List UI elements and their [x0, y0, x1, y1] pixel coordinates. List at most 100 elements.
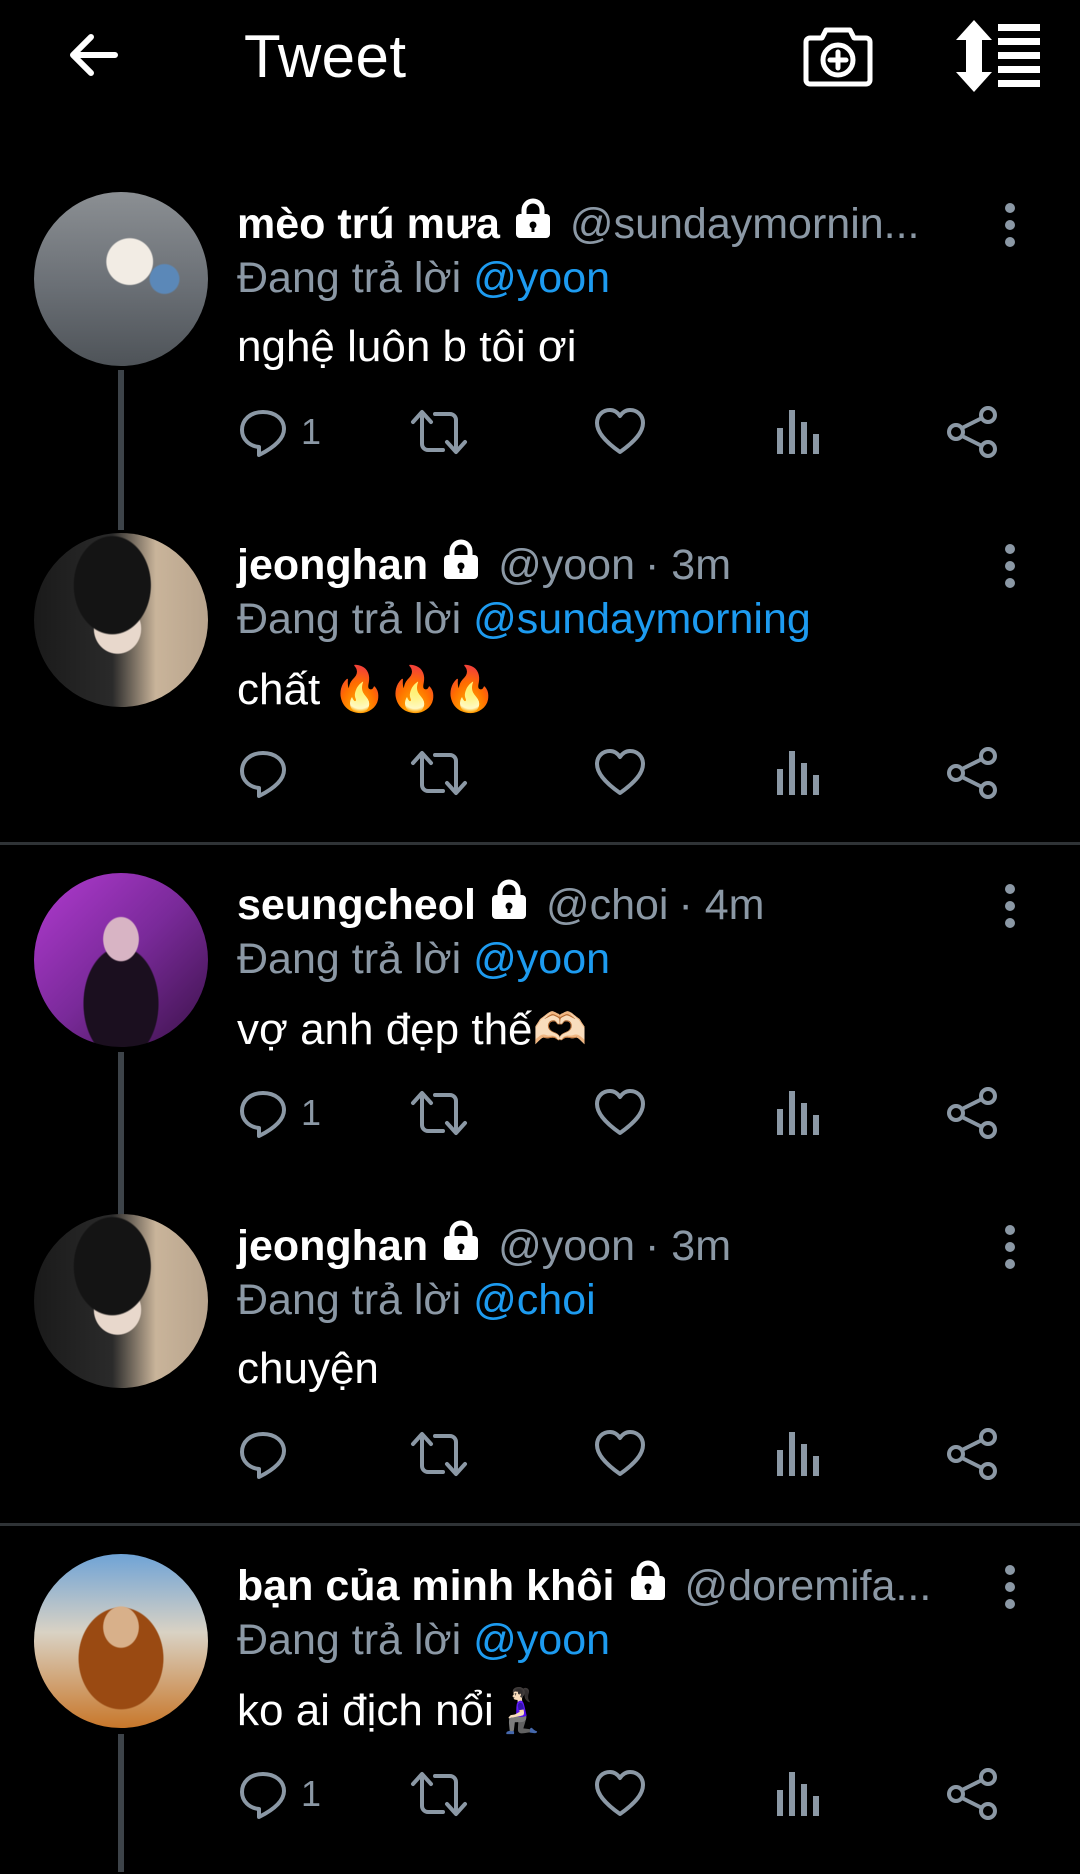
- action-bar: 1: [237, 1764, 1017, 1824]
- timestamp: · 3m: [645, 540, 732, 589]
- replying-to: Đang trả lời @yoon: [237, 1616, 610, 1665]
- sort-icon: [956, 20, 1040, 92]
- replying-to: Đang trả lời @yoon: [237, 935, 610, 984]
- lock-icon: [440, 539, 482, 592]
- avatar[interactable]: [34, 1214, 208, 1388]
- mention-link[interactable]: @yoon: [473, 935, 610, 983]
- like-button[interactable]: [593, 743, 647, 803]
- reply-count: 1: [301, 1773, 322, 1814]
- retweet-icon: [411, 1432, 467, 1476]
- heart-icon: [595, 1430, 645, 1476]
- tweet-text: nghệ luôn b tôi ơi: [237, 322, 577, 371]
- avatar[interactable]: [34, 873, 208, 1047]
- display-name[interactable]: seungcheol: [237, 881, 476, 930]
- display-name[interactable]: mèo trú mưa: [237, 200, 500, 249]
- more-options-button[interactable]: [995, 543, 1025, 593]
- timestamp: · 4m: [678, 880, 765, 929]
- avatar[interactable]: [34, 533, 208, 707]
- retweet-button[interactable]: [409, 402, 469, 462]
- analytics-button[interactable]: [771, 1083, 821, 1143]
- reply-button[interactable]: 1: [237, 1083, 321, 1143]
- like-button[interactable]: [593, 1764, 647, 1824]
- reply-tweet[interactable]: mèo trú mưa @sundaymornin... Đang trả lờ…: [0, 172, 1080, 512]
- retweet-icon: [411, 751, 467, 795]
- user-handle: @yoon: [498, 540, 636, 589]
- analytics-button[interactable]: [771, 402, 821, 462]
- reply-button[interactable]: 1: [237, 1764, 321, 1824]
- action-bar: 1: [237, 402, 1017, 462]
- camera-button[interactable]: [800, 18, 876, 94]
- analytics-button[interactable]: [771, 743, 821, 803]
- mention-link[interactable]: @yoon: [473, 1616, 610, 1664]
- reply-tweet[interactable]: bạn của minh khôi @doremifa... Đang trả …: [0, 1534, 1080, 1874]
- tweet-text: chất 🔥🔥🔥: [237, 665, 497, 714]
- retweet-button[interactable]: [409, 1764, 469, 1824]
- replying-to: Đang trả lời @yoon: [237, 254, 610, 303]
- analytics-icon: [777, 1772, 819, 1816]
- share-button[interactable]: [945, 1764, 999, 1824]
- analytics-icon: [777, 410, 819, 454]
- replying-label: Đang trả lời: [237, 1276, 462, 1324]
- share-button[interactable]: [945, 402, 999, 462]
- mention-link[interactable]: @yoon: [473, 254, 610, 302]
- reply-tweet[interactable]: jeonghan @yoon · 3m Đang trả lời @sunday…: [0, 513, 1080, 853]
- analytics-button[interactable]: [771, 1764, 821, 1824]
- reply-button[interactable]: 1: [237, 402, 321, 462]
- more-vertical-icon: [1005, 544, 1015, 588]
- reply-count: 1: [301, 1092, 322, 1133]
- share-button[interactable]: [945, 1424, 999, 1484]
- share-icon: [947, 1428, 997, 1480]
- action-bar: [237, 743, 1017, 803]
- like-button[interactable]: [593, 1424, 647, 1484]
- display-name[interactable]: jeonghan: [237, 541, 428, 590]
- more-options-button[interactable]: [995, 1564, 1025, 1614]
- page-title: Tweet: [244, 23, 407, 90]
- reply-icon: [240, 410, 286, 457]
- reply-button[interactable]: [237, 743, 301, 803]
- user-handle: @sundaymornin...: [569, 199, 920, 248]
- more-options-button[interactable]: [995, 202, 1025, 252]
- like-button[interactable]: [593, 1083, 647, 1143]
- share-icon: [947, 1087, 997, 1139]
- reply-tweet[interactable]: jeonghan @yoon · 3m Đang trả lời @choi c…: [0, 1194, 1080, 1534]
- share-icon: [947, 1768, 997, 1820]
- camera-plus-icon: [803, 27, 873, 87]
- reply-tweet[interactable]: seungcheol @choi · 4m Đang trả lời @yoon…: [0, 853, 1080, 1193]
- retweet-button[interactable]: [409, 743, 469, 803]
- reply-count: 1: [301, 411, 322, 452]
- tweet-text: vợ anh đẹp thế🫶🏻: [237, 1005, 588, 1054]
- retweet-button[interactable]: [409, 1083, 469, 1143]
- mention-link[interactable]: @choi: [473, 1276, 596, 1324]
- share-button[interactable]: [945, 1083, 999, 1143]
- lock-icon: [512, 198, 554, 251]
- reply-button[interactable]: [237, 1424, 301, 1484]
- heart-icon: [595, 1770, 645, 1816]
- reply-icon: [240, 751, 286, 798]
- back-button[interactable]: [58, 20, 128, 90]
- user-handle: @yoon: [498, 1221, 636, 1270]
- like-button[interactable]: [593, 402, 647, 462]
- lock-icon: [440, 1220, 482, 1273]
- user-handle: @choi: [545, 880, 669, 929]
- retweet-button[interactable]: [409, 1424, 469, 1484]
- avatar[interactable]: [34, 1554, 208, 1728]
- replying-label: Đang trả lời: [237, 254, 462, 302]
- display-name[interactable]: bạn của minh khôi: [237, 1562, 615, 1611]
- share-button[interactable]: [945, 743, 999, 803]
- more-options-button[interactable]: [995, 1224, 1025, 1274]
- heart-icon: [595, 408, 645, 454]
- arrow-left-icon: [70, 34, 118, 76]
- replying-to: Đang trả lời @sundaymorning: [237, 595, 811, 644]
- mention-link[interactable]: @sundaymorning: [473, 595, 811, 643]
- more-vertical-icon: [1005, 1565, 1015, 1609]
- avatar[interactable]: [34, 192, 208, 366]
- reply-icon: [240, 1772, 286, 1819]
- more-vertical-icon: [1005, 884, 1015, 928]
- more-options-button[interactable]: [995, 883, 1025, 933]
- sort-replies-button[interactable]: [952, 18, 1044, 94]
- replying-label: Đang trả lời: [237, 1616, 462, 1664]
- tweet-text: chuyện: [237, 1344, 379, 1393]
- analytics-button[interactable]: [771, 1424, 821, 1484]
- display-name[interactable]: jeonghan: [237, 1222, 428, 1271]
- heart-icon: [595, 1089, 645, 1135]
